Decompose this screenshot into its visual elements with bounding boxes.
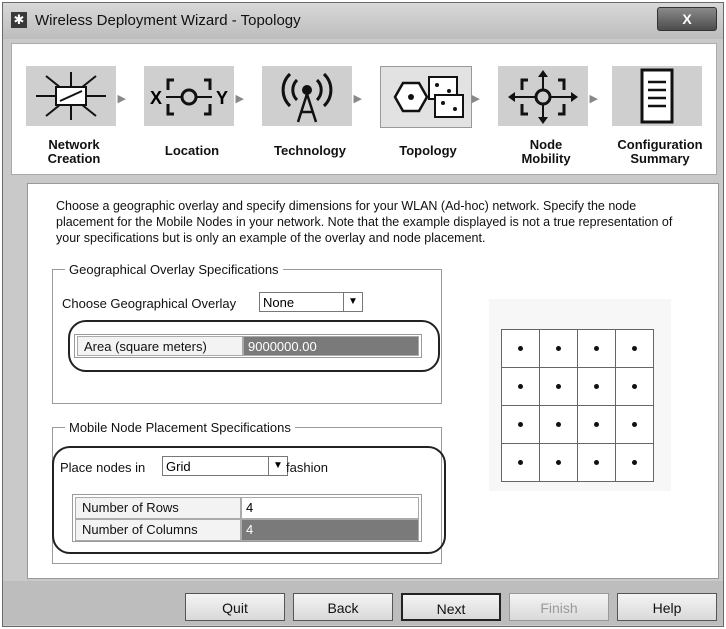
grid-cell	[501, 405, 540, 444]
node-dot	[632, 422, 637, 427]
grid-cell	[577, 443, 616, 482]
step-arrow-icon: ▶	[471, 93, 480, 105]
geo-overlay-legend: Geographical Overlay Specifications	[69, 262, 279, 277]
grid-cell	[577, 329, 616, 368]
step-technology: ▶ Technology	[254, 44, 366, 174]
grid-cell	[501, 329, 540, 368]
step-configuration-summary: Configuration Summary	[604, 44, 716, 174]
node-placement-preview	[489, 299, 671, 491]
node-dot	[518, 346, 523, 351]
location-icon: X Y	[144, 66, 234, 126]
grid-cell	[501, 443, 540, 482]
step-topology: ▶ Topology	[372, 44, 484, 174]
step-label: Location	[164, 143, 220, 158]
grid-cell	[615, 443, 654, 482]
node-dot	[518, 422, 523, 427]
highlight-oval	[52, 446, 446, 554]
grid-cell	[539, 367, 578, 406]
node-dot	[632, 460, 637, 465]
grid-cell	[615, 367, 654, 406]
node-dot	[556, 384, 561, 389]
description-text: Choose a geographic overlay and specify …	[56, 199, 673, 245]
step-arrow-icon: ▶	[117, 93, 126, 105]
mobile-placement-legend: Mobile Node Placement Specifications	[69, 420, 291, 435]
wizard-window: ✱ Wireless Deployment Wizard - Topology …	[2, 2, 724, 627]
node-dot	[594, 422, 599, 427]
node-dot	[594, 346, 599, 351]
node-dot	[556, 346, 561, 351]
grid-cell	[501, 367, 540, 406]
technology-icon	[262, 66, 352, 126]
grid-cell	[539, 405, 578, 444]
svg-text:Y: Y	[216, 88, 228, 108]
step-location: X Y ▶ Location	[136, 44, 248, 174]
node-dot	[518, 460, 523, 465]
grid-cell	[539, 329, 578, 368]
overlay-select-value: None	[263, 295, 295, 310]
step-label: Node	[529, 137, 563, 152]
grid-cell	[539, 443, 578, 482]
grid-cell	[615, 329, 654, 368]
node-dot	[556, 422, 561, 427]
step-label: Network	[48, 137, 100, 152]
node-mobility-icon	[498, 66, 588, 126]
node-dot	[556, 460, 561, 465]
step-network-creation: ▶ Network Creation	[18, 44, 130, 174]
step-arrow-icon: ▶	[353, 93, 362, 105]
overlay-label: Choose Geographical Overlay	[62, 296, 237, 311]
window-title: Wireless Deployment Wizard - Topology	[35, 12, 301, 29]
step-label: Summary	[630, 151, 690, 166]
next-button[interactable]: Next	[401, 593, 501, 621]
step-label: Configuration	[617, 137, 703, 152]
button-bar: Quit Back Next Finish Help	[3, 581, 723, 625]
chevron-down-icon[interactable]: ▼	[343, 293, 362, 311]
close-button[interactable]: X	[657, 7, 717, 31]
topology-icon	[380, 66, 472, 128]
step-label: Topology	[399, 143, 457, 158]
configuration-summary-icon	[612, 66, 702, 126]
node-dot	[594, 384, 599, 389]
step-label: Creation	[47, 151, 101, 166]
wizard-steps: ▶ Network Creation X Y ▶ Location ▶ Tech…	[11, 43, 717, 175]
step-label: Mobility	[521, 151, 571, 166]
grid-cell	[577, 367, 616, 406]
network-creation-icon	[26, 66, 116, 126]
node-dot	[632, 384, 637, 389]
step-arrow-icon: ▶	[235, 93, 244, 105]
step-arrow-icon: ▶	[589, 93, 598, 105]
svg-text:X: X	[150, 88, 162, 108]
grid-cell	[615, 405, 654, 444]
quit-button[interactable]: Quit	[185, 593, 285, 621]
node-dot	[594, 460, 599, 465]
step-node-mobility: ▶ Node Mobility	[490, 44, 602, 174]
help-button[interactable]: Help	[617, 593, 717, 621]
node-dot	[632, 346, 637, 351]
overlay-select[interactable]: None ▼	[259, 292, 363, 312]
finish-button[interactable]: Finish	[509, 593, 609, 621]
app-icon: ✱	[11, 12, 27, 28]
step-label: Technology	[274, 143, 346, 158]
grid-cell	[577, 405, 616, 444]
title-bar: ✱ Wireless Deployment Wizard - Topology …	[3, 3, 723, 39]
highlight-oval	[68, 320, 440, 372]
back-button[interactable]: Back	[293, 593, 393, 621]
node-dot	[518, 384, 523, 389]
